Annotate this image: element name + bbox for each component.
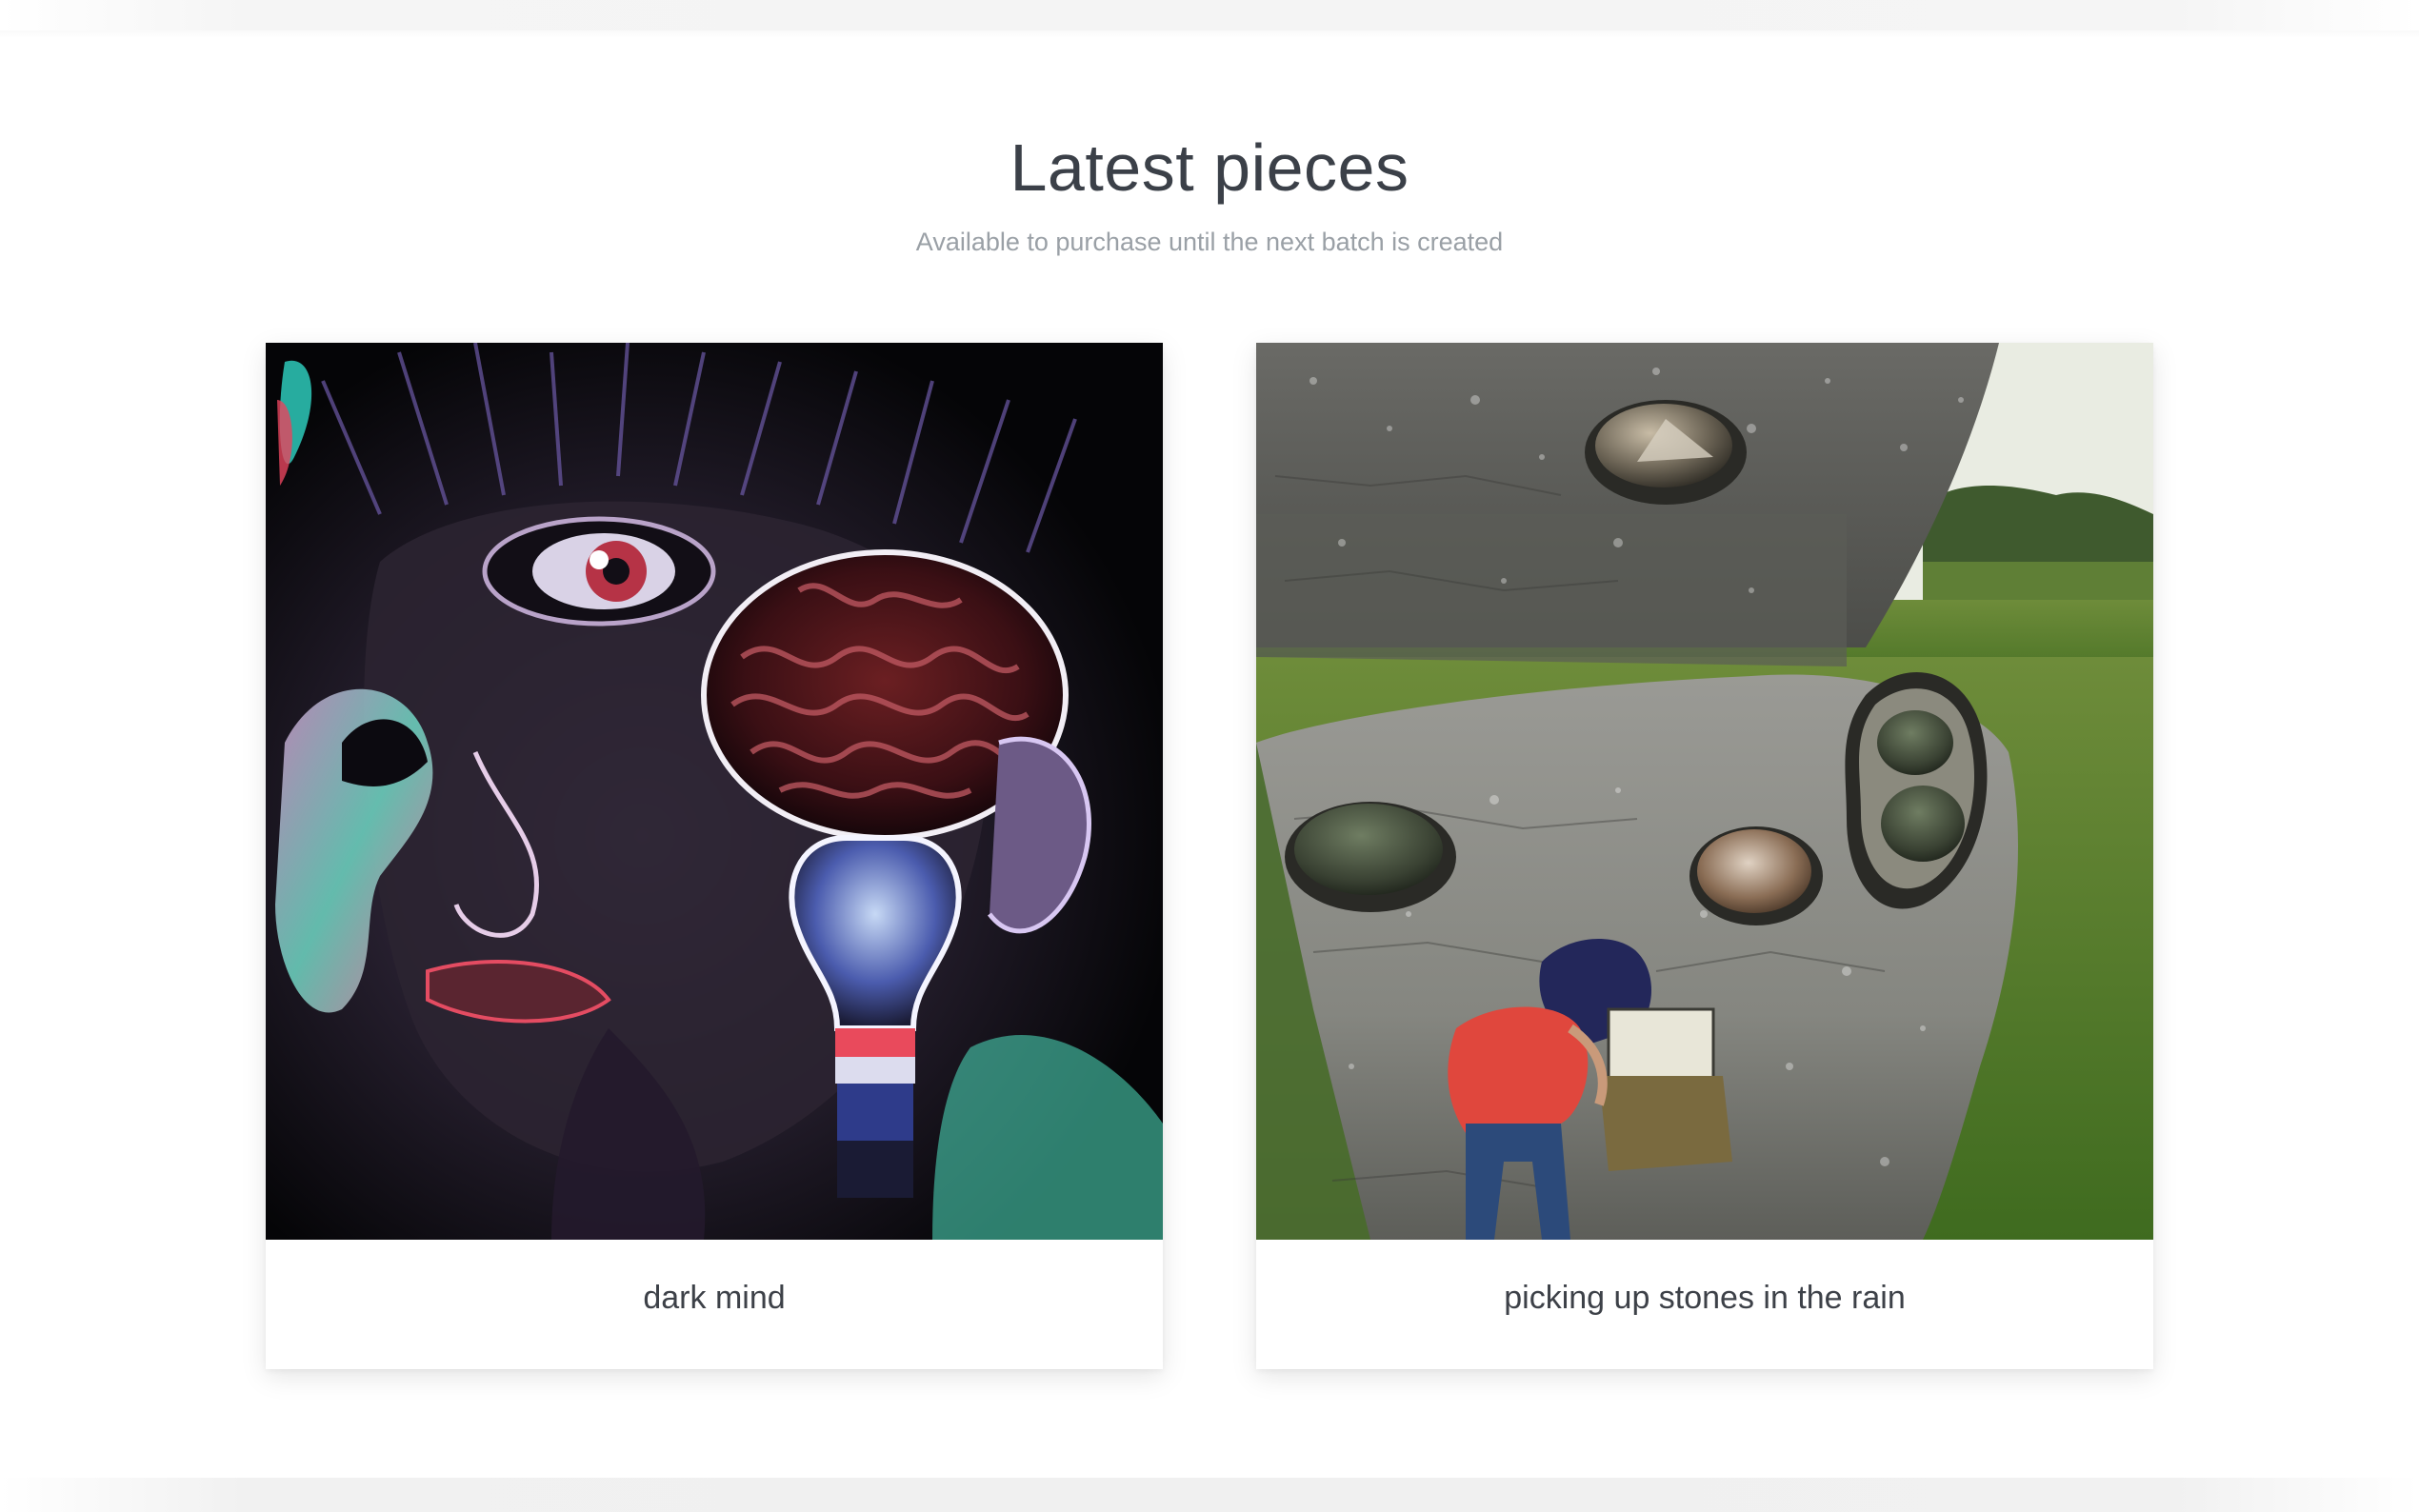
section-title: Latest pieces <box>1010 130 1409 205</box>
artwork-image-picking-up-stones[interactable] <box>1256 343 2153 1240</box>
top-band <box>0 0 2419 38</box>
artwork-card[interactable]: picking up stones in the rain <box>1256 343 2153 1369</box>
artwork-image-dark-mind[interactable] <box>266 343 1163 1240</box>
artwork-card[interactable]: dark mind <box>266 343 1163 1369</box>
artwork-caption[interactable]: picking up stones in the rain <box>1256 1240 2153 1369</box>
section-header: Latest pieces Available to purchase unti… <box>0 122 2419 259</box>
section-subtitle: Available to purchase until the next bat… <box>915 228 1504 256</box>
artwork-caption[interactable]: dark mind <box>266 1240 1163 1369</box>
bottom-band <box>0 1478 2419 1512</box>
